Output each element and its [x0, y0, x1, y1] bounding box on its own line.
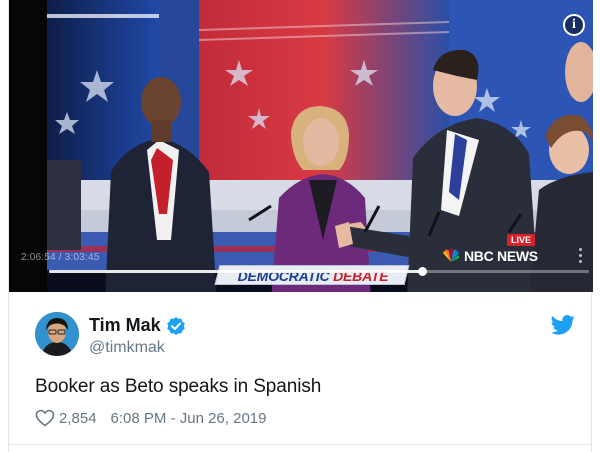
avatar-photo [35, 312, 79, 356]
card-divider [9, 444, 593, 445]
progress-handle[interactable] [417, 267, 427, 276]
peacock-icon [443, 249, 460, 262]
author-handle[interactable]: @timkmak [89, 339, 165, 357]
author-name-row[interactable]: Tim Mak [89, 315, 186, 336]
heart-icon[interactable] [35, 409, 55, 427]
video-progress-bar[interactable] [49, 267, 589, 276]
like-count[interactable]: 2,854 [59, 410, 97, 427]
tweet-author: Tim Mak @timkmak [31, 312, 581, 362]
video-player[interactable]: i 2:06:54 / 3:03:45 LIVE NBC NEWS DEMOCR… [9, 0, 593, 292]
tweet-card: i 2:06:54 / 3:03:45 LIVE NBC NEWS DEMOCR… [8, 0, 593, 452]
tweet-meta: 2,854 6:08 PM - Jun 26, 2019 [35, 409, 266, 427]
tweet-text: Booker as Beto speaks in Spanish [35, 376, 322, 397]
progress-fill [49, 270, 422, 273]
live-badge: LIVE [507, 234, 535, 246]
network-name: NBC NEWS [464, 248, 538, 264]
twitter-bird-icon[interactable] [551, 314, 575, 336]
author-name[interactable]: Tim Mak [89, 315, 161, 336]
tweet-timestamp[interactable]: 6:08 PM - Jun 26, 2019 [111, 410, 267, 427]
video-timestamp: 2:06:54 / 3:03:45 [21, 252, 100, 263]
more-vertical-icon[interactable] [579, 248, 583, 266]
info-button[interactable]: i [563, 14, 585, 36]
avatar[interactable] [35, 312, 79, 356]
verified-badge-icon [166, 316, 185, 335]
info-icon: i [572, 17, 576, 32]
network-logo: NBC NEWS [441, 248, 538, 264]
